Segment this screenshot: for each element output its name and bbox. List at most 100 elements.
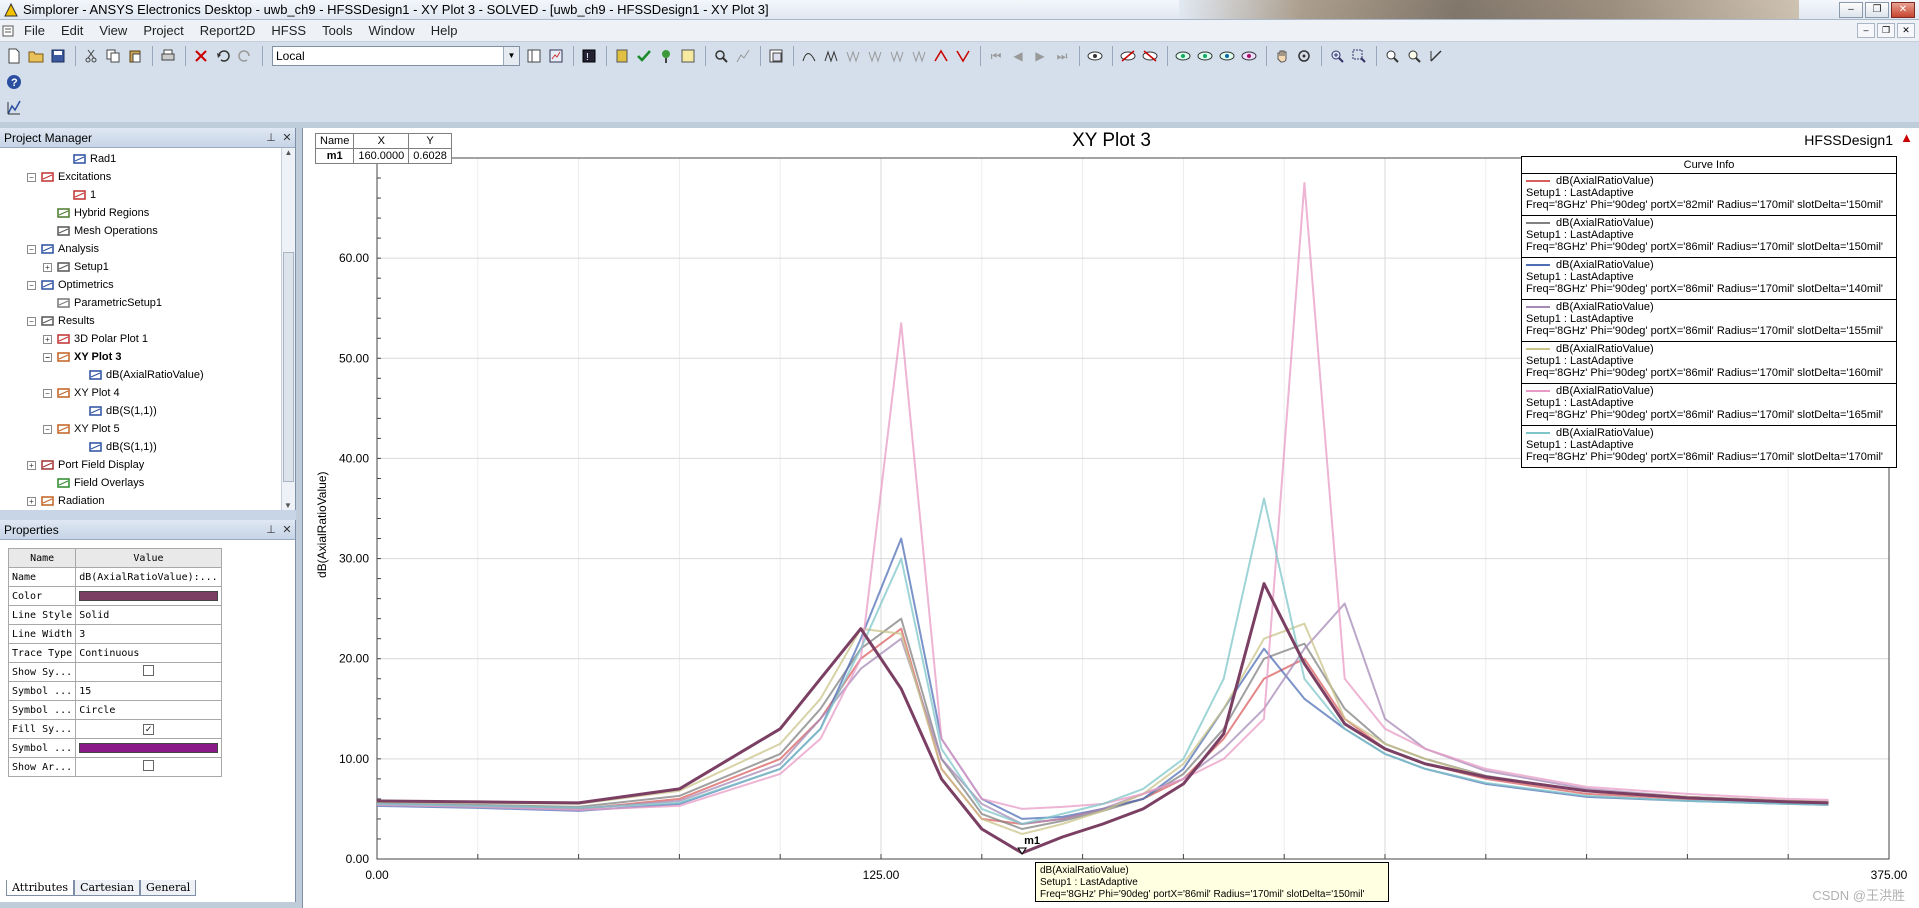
property-row[interactable]: Name dB(AxialRatioValue):... (7, 567, 222, 587)
collapse-icon[interactable]: − (43, 424, 52, 434)
collapse-icon[interactable]: − (27, 172, 36, 182)
property-row[interactable]: Symbol ... (7, 738, 222, 758)
collapse-icon[interactable]: − (27, 280, 36, 290)
find-icon[interactable] (711, 46, 731, 66)
zoom-window-icon[interactable] (1349, 46, 1369, 66)
rotate-icon[interactable] (1294, 46, 1314, 66)
next-icon[interactable]: ▶ (1030, 46, 1050, 66)
first-icon[interactable]: ⏮ (986, 46, 1006, 66)
project-tree-scrollbar[interactable]: ▲ ▼ (281, 148, 295, 510)
color-swatch[interactable] (79, 591, 218, 601)
eye-icon[interactable] (1085, 46, 1105, 66)
save-icon[interactable] (48, 46, 68, 66)
mdi-minimize-button[interactable]: – (1857, 23, 1875, 38)
expand-icon[interactable]: + (27, 496, 36, 506)
property-value[interactable]: 3 (75, 624, 222, 644)
property-value[interactable]: Circle (75, 700, 222, 720)
tree-item[interactable]: + Port Field Display (27, 456, 144, 474)
curve-info-entry[interactable]: dB(AxialRatioValue) Setup1 : LastAdaptive… (1522, 426, 1896, 467)
tree-item[interactable]: + Radiation (27, 492, 104, 508)
fit-selection-icon[interactable] (1404, 46, 1424, 66)
scrollbar-thumb[interactable] (283, 252, 294, 482)
tree-item[interactable]: − Results (27, 312, 95, 330)
solve-location-combo[interactable]: Local ▼ (272, 46, 520, 66)
paste-icon[interactable] (125, 46, 145, 66)
print-icon[interactable] (158, 46, 178, 66)
curve-info-entry[interactable]: dB(AxialRatioValue) Setup1 : LastAdaptive… (1522, 258, 1896, 300)
validate-icon[interactable] (612, 46, 632, 66)
property-value[interactable]: Continuous (75, 643, 222, 663)
property-color-swatch[interactable] (75, 738, 222, 758)
tree-item[interactable]: Field Overlays (56, 474, 144, 492)
hide-icon[interactable] (1118, 46, 1138, 66)
trace-icon-1[interactable] (799, 46, 819, 66)
open-icon[interactable] (26, 46, 46, 66)
tree-item[interactable]: − Optimetrics (27, 276, 114, 294)
redo-icon[interactable] (235, 46, 255, 66)
tree-item[interactable]: ParametricSetup1 (56, 294, 162, 312)
property-row[interactable]: Line Style Solid (7, 605, 222, 625)
hide-all-icon[interactable] (1140, 46, 1160, 66)
show-all-icon[interactable] (1195, 46, 1215, 66)
tab-cartesian[interactable]: Cartesian (74, 880, 141, 896)
measure-icon[interactable] (1426, 46, 1446, 66)
tree-item[interactable]: − XY Plot 3 (43, 348, 121, 366)
menu-help[interactable]: Help (423, 20, 466, 42)
tab-attributes[interactable]: Attributes (6, 880, 75, 896)
property-checkbox[interactable]: ✓ (75, 719, 222, 739)
valley-icon[interactable] (953, 46, 973, 66)
tree-item[interactable]: Mesh Operations (56, 222, 158, 240)
tree-item[interactable]: +3D Polar Plot 1 (43, 330, 148, 348)
collapse-icon[interactable]: − (43, 352, 52, 362)
fit-all-icon[interactable] (1382, 46, 1402, 66)
expand-icon[interactable]: + (43, 334, 52, 344)
variables-icon[interactable] (524, 46, 544, 66)
curve-info-entry[interactable]: dB(AxialRatioValue) Setup1 : LastAdaptive… (1522, 384, 1896, 426)
info-icon[interactable]: ! (579, 46, 599, 66)
menu-report2d[interactable]: Report2D (192, 20, 264, 42)
expand-icon[interactable]: + (43, 262, 52, 272)
tree-item[interactable]: Hybrid Regions (56, 204, 149, 222)
collapse-icon[interactable]: − (43, 388, 52, 398)
menu-file[interactable]: File (16, 20, 53, 42)
tree-item[interactable]: − XY Plot 5 (43, 420, 120, 438)
design-props-icon[interactable] (546, 46, 566, 66)
menu-hfss[interactable]: HFSS (263, 20, 314, 42)
pin-icon[interactable]: ⊥ (263, 523, 279, 536)
cut-icon[interactable] (81, 46, 101, 66)
plot-icon[interactable] (733, 46, 753, 66)
tree-item[interactable]: Rad1 (72, 150, 116, 168)
menu-window[interactable]: Window (360, 20, 422, 42)
menu-view[interactable]: View (91, 20, 135, 42)
tree-item[interactable]: dB(S(1,1)) (88, 438, 157, 456)
property-row[interactable]: Line Width 3 (7, 624, 222, 644)
curve-info-entry[interactable]: dB(AxialRatioValue) Setup1 : LastAdaptive… (1522, 342, 1896, 384)
prev-icon[interactable]: ◀ (1008, 46, 1028, 66)
property-row[interactable]: Color (7, 586, 222, 606)
mdi-close-button[interactable]: ✕ (1897, 23, 1915, 38)
help-icon[interactable]: ? (4, 72, 24, 92)
curve-info-entry[interactable]: dB(AxialRatioValue) Setup1 : LastAdaptive… (1522, 174, 1896, 216)
tab-general[interactable]: General (140, 880, 197, 896)
create-report-icon[interactable] (4, 98, 24, 118)
chevron-down-icon[interactable]: ▼ (503, 47, 519, 65)
new-icon[interactable] (4, 46, 24, 66)
close-icon[interactable]: ✕ (279, 523, 295, 536)
delete-icon[interactable] (191, 46, 211, 66)
trace-icon-2[interactable] (821, 46, 841, 66)
checkbox[interactable]: ✓ (142, 723, 154, 735)
property-row[interactable]: Fill Sy... ✓ (7, 719, 222, 739)
close-icon[interactable]: ✕ (279, 131, 295, 144)
expand-icon[interactable]: + (27, 460, 36, 470)
pan-hand-icon[interactable] (1272, 46, 1292, 66)
property-row[interactable]: Symbol ... Circle (7, 700, 222, 720)
property-checkbox[interactable] (75, 662, 222, 682)
analyze-icon[interactable] (656, 46, 676, 66)
trace-icon-5[interactable] (887, 46, 907, 66)
check-icon[interactable] (634, 46, 654, 66)
mdi-restore-button[interactable]: ❐ (1877, 23, 1895, 38)
menu-tools[interactable]: Tools (314, 20, 360, 42)
color-swatch[interactable] (79, 743, 218, 753)
tree-item[interactable]: dB(S(1,1)) (88, 402, 157, 420)
peak-icon[interactable] (931, 46, 951, 66)
